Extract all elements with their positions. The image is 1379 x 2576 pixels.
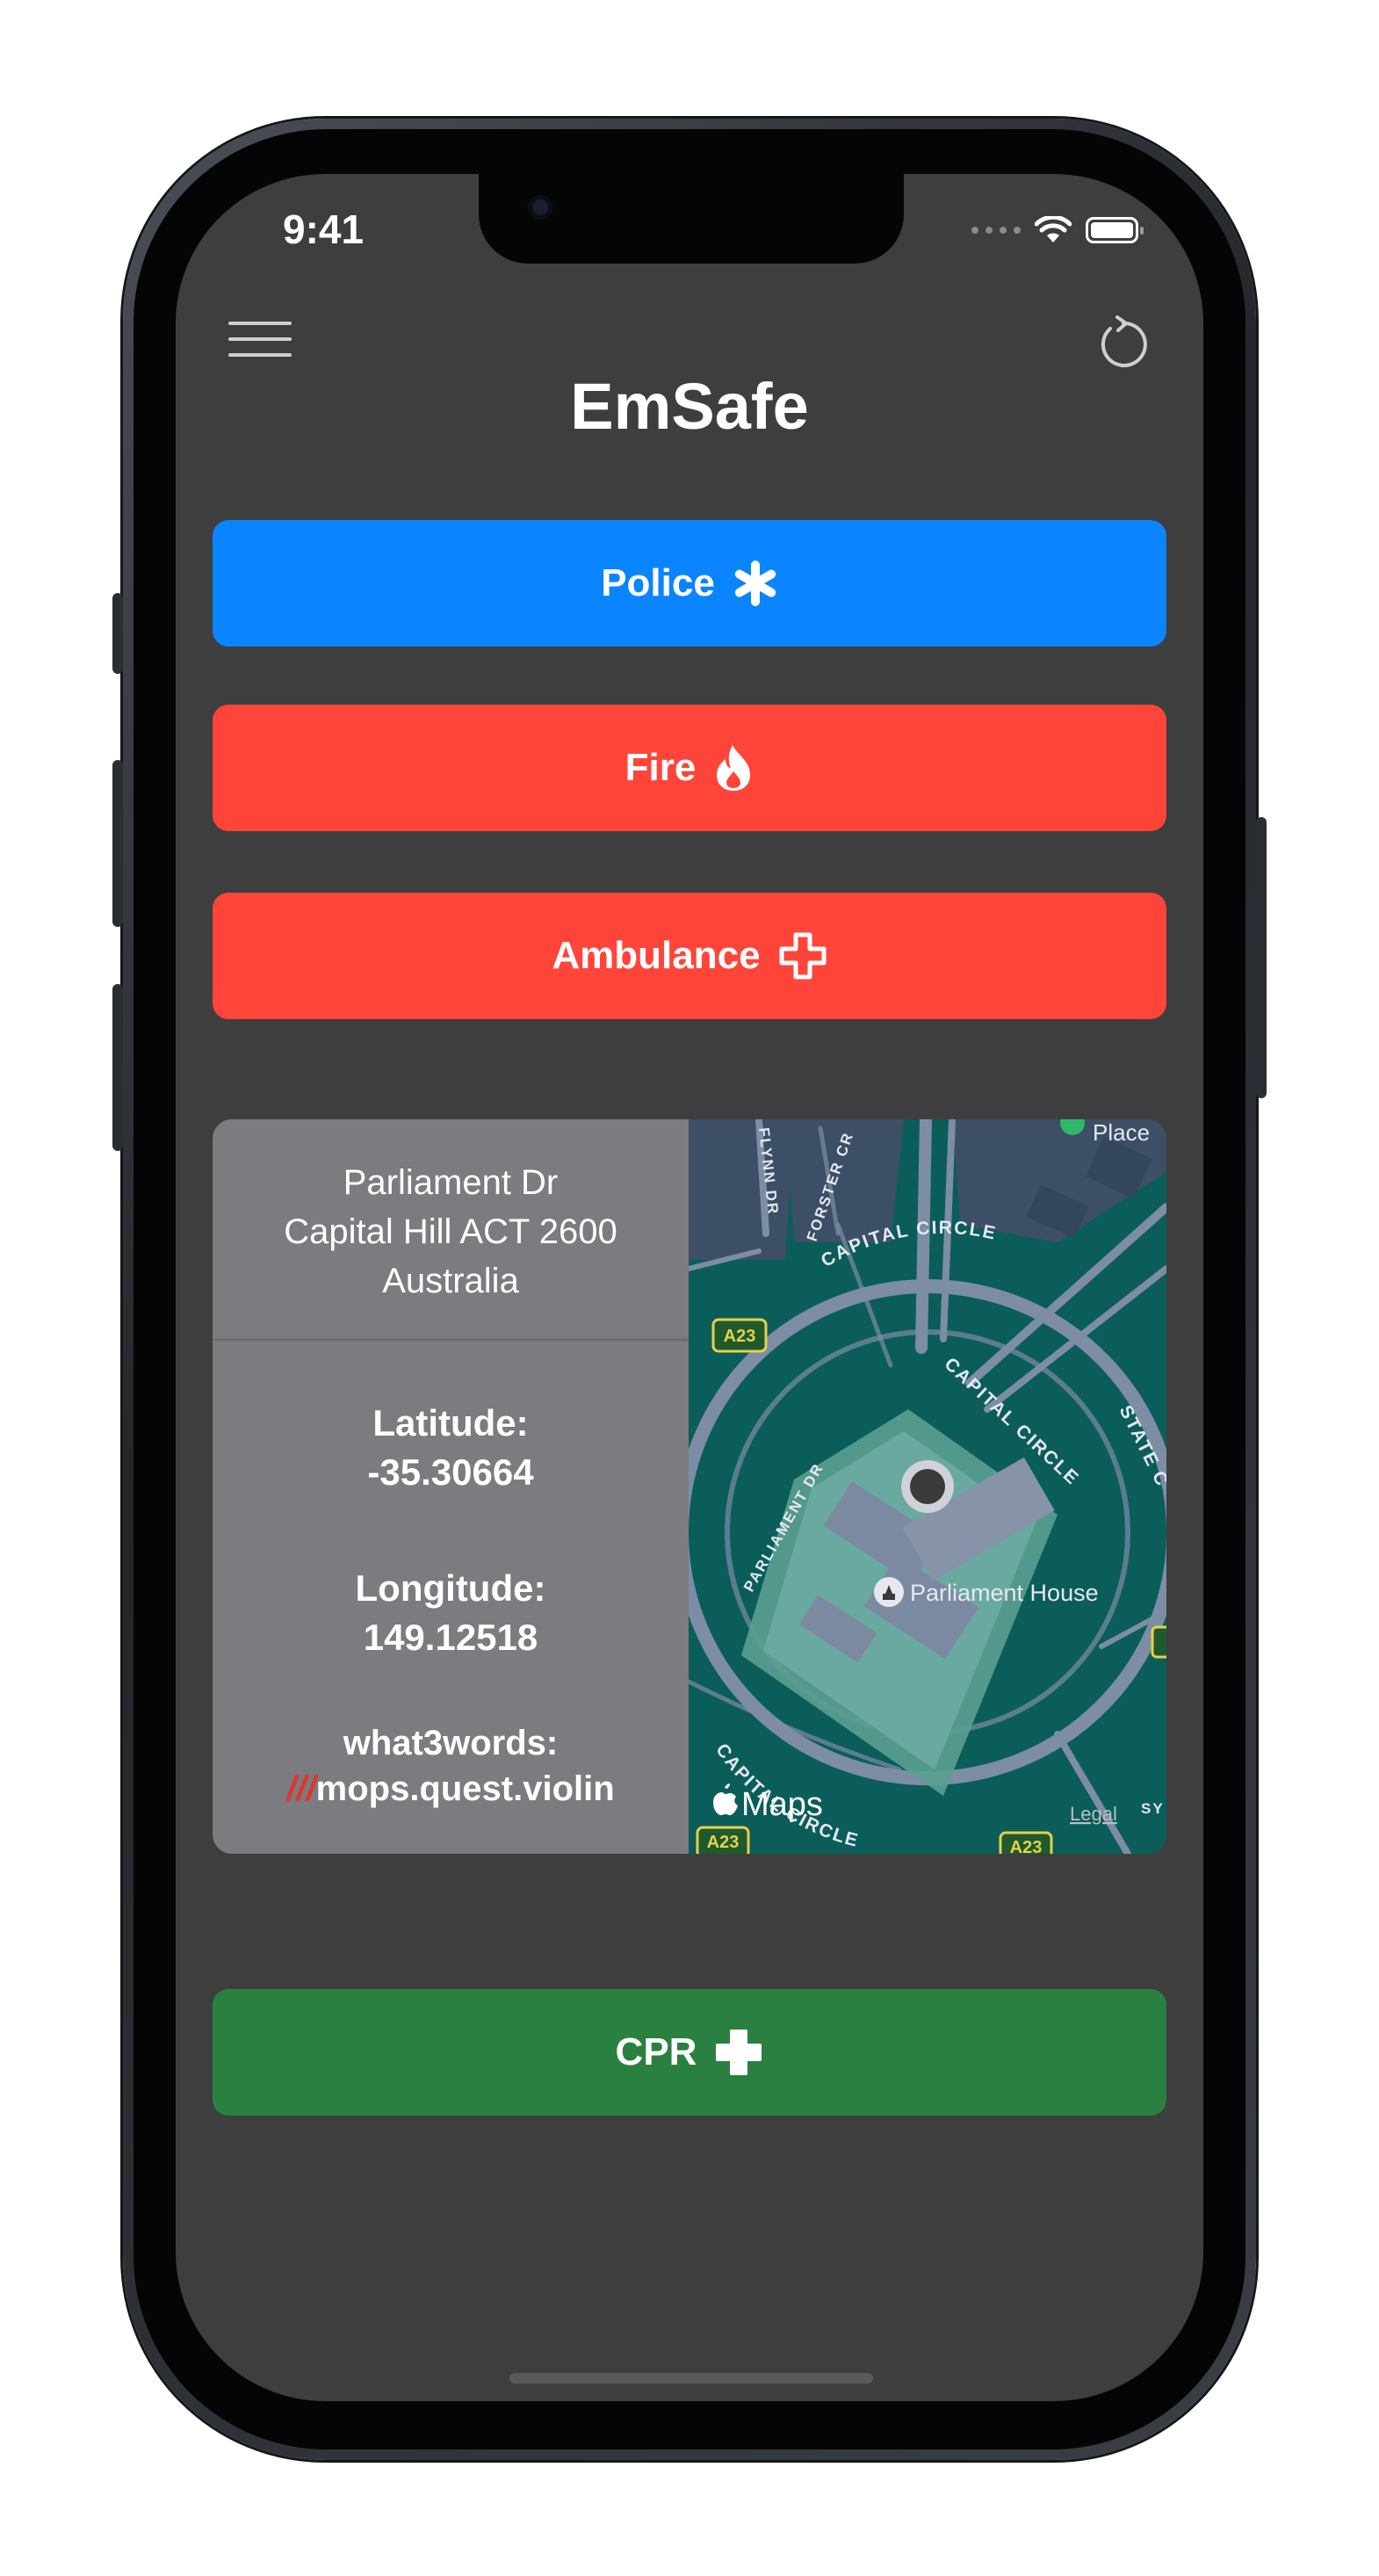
cpr-button-label: CPR [615, 2030, 697, 2073]
route-badge-edge [1151, 1625, 1166, 1659]
card-divider [213, 1339, 689, 1341]
what3words-label: what3words: [343, 1724, 559, 1762]
police-button-label: Police [601, 561, 715, 604]
address-line-1: Parliament Dr [343, 1163, 559, 1202]
what3words-address: ///mops.quest.violin [213, 1766, 689, 1812]
status-time: 9:41 [283, 206, 365, 252]
route-badge: A23 [696, 1826, 750, 1854]
flame-icon [717, 745, 751, 791]
cellular-signal-icon [971, 227, 1021, 234]
location-details: Parliament Dr Capital Hill ACT 2600 Aust… [213, 1119, 689, 1854]
what3words-value: mops.quest.violin [315, 1769, 615, 1808]
svg-text:Maps: Maps [741, 1786, 823, 1823]
longitude-block: Longitude: 149.12518 [213, 1564, 689, 1662]
volume-up-button [112, 760, 123, 927]
what3words-slashes: /// [286, 1769, 316, 1808]
status-icons [971, 216, 1144, 244]
current-location-pin [901, 1460, 954, 1513]
map-legal-link[interactable]: Legal [1070, 1803, 1117, 1825]
svg-text:A23: A23 [1010, 1838, 1043, 1854]
latitude-block: Latitude: -35.30664 [213, 1399, 689, 1497]
silent-switch [112, 593, 123, 674]
fire-button-label: Fire [625, 746, 697, 789]
latitude-label: Latitude: [372, 1402, 529, 1444]
what3words-block: what3words: ///mops.quest.violin [213, 1720, 689, 1812]
police-button[interactable]: Police [213, 520, 1166, 647]
wifi-icon [1035, 216, 1072, 242]
longitude-value: 149.12518 [363, 1617, 538, 1658]
app-screen: 9:41 EmSafe Police Fire Ambulance Parlia… [176, 174, 1203, 2401]
svg-text:A23: A23 [724, 1327, 756, 1346]
fire-button[interactable]: Fire [213, 705, 1166, 831]
svg-text:A23: A23 [707, 1833, 740, 1852]
address-line-3: Australia [382, 1262, 519, 1300]
home-indicator[interactable] [509, 2373, 873, 2384]
route-badge: A23 [711, 1318, 768, 1353]
svg-text:Parliament House: Parliament House [910, 1580, 1099, 1606]
latitude-value: -35.30664 [367, 1451, 534, 1493]
address: Parliament Dr Capital Hill ACT 2600 Aust… [213, 1158, 689, 1306]
cross-outline-icon [779, 932, 827, 980]
map-canvas: CAPITAL CIRCLE CAPITAL CIRCLE CAPITAL CI… [689, 1119, 1166, 1854]
notch [479, 174, 904, 264]
app-title: EmSafe [570, 370, 809, 443]
ambulance-button-label: Ambulance [552, 934, 761, 977]
longitude-label: Longitude: [355, 1567, 546, 1609]
cross-filled-icon [716, 2030, 762, 2075]
address-line-2: Capital Hill ACT 2600 [284, 1212, 617, 1251]
ambulance-button[interactable]: Ambulance [213, 893, 1166, 1019]
battery-icon [1086, 217, 1144, 243]
map-place-label: Place [1093, 1119, 1150, 1146]
front-camera [528, 195, 552, 220]
power-button [1256, 817, 1267, 1098]
volume-down-button [112, 984, 123, 1151]
map-street-label: SY [1141, 1800, 1165, 1817]
location-card: Parliament Dr Capital Hill ACT 2600 Aust… [213, 1119, 1166, 1854]
asterisk-icon [734, 561, 776, 606]
hamburger-menu-icon[interactable] [228, 322, 292, 364]
map-view[interactable]: CAPITAL CIRCLE CAPITAL CIRCLE CAPITAL CI… [689, 1119, 1166, 1854]
refresh-icon[interactable] [1094, 315, 1152, 373]
cpr-button[interactable]: CPR [213, 1989, 1166, 2116]
route-badge: A23 [999, 1831, 1053, 1854]
